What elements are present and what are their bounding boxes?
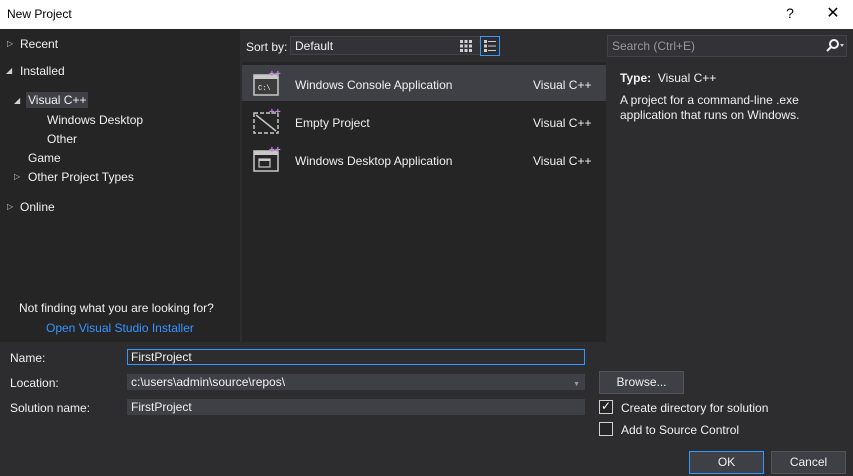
search-input[interactable]: Search (Ctrl+E) — [612, 39, 695, 53]
location-field[interactable]: c:\users\admin\source\repos\ ▼ — [127, 374, 585, 390]
chevron-down-icon[interactable]: ▼ — [573, 378, 580, 391]
not-finding-text: Not finding what you are looking for? — [19, 301, 214, 315]
sort-value: Default — [295, 39, 334, 53]
tree-item-installed[interactable]: Installed — [20, 64, 65, 78]
svg-text:++: ++ — [269, 69, 281, 80]
template-language: Visual C++ — [533, 78, 592, 92]
large-icons-view-button[interactable] — [456, 36, 476, 56]
template-row-console[interactable]: C:\ ++ Windows Console Application Visua… — [242, 65, 606, 101]
source-control-label: Add to Source Control — [621, 423, 740, 437]
svg-text:++: ++ — [269, 107, 281, 118]
solution-name-value: FirstProject — [131, 400, 192, 414]
open-installer-link[interactable]: Open Visual Studio Installer — [46, 321, 194, 335]
template-language: Visual C++ — [533, 154, 592, 168]
tree-item-recent[interactable]: Recent — [20, 37, 58, 51]
name-value: FirstProject — [131, 350, 192, 364]
search-box[interactable]: Search (Ctrl+E) — [607, 35, 847, 57]
template-language: Visual C++ — [533, 116, 592, 130]
svg-text:++: ++ — [269, 145, 281, 156]
checkmark-icon: ✓ — [601, 399, 612, 413]
template-info-pane: Type: Visual C++ A project for a command… — [607, 62, 853, 342]
empty-project-icon: ++ — [253, 107, 281, 134]
expand-arrow-icon[interactable]: ▷ — [7, 202, 13, 211]
create-directory-label: Create directory for solution — [621, 401, 769, 415]
solution-name-field[interactable]: FirstProject — [127, 399, 585, 415]
help-button[interactable]: ? — [783, 5, 797, 21]
desktop-app-icon: ++ — [253, 145, 281, 172]
info-type-value: Visual C++ — [657, 71, 717, 85]
template-row-empty[interactable]: ++ Empty Project Visual C++ — [242, 103, 606, 139]
create-directory-checkbox[interactable]: ✓ — [599, 399, 613, 414]
location-value: c:\users\admin\source\repos\ — [131, 375, 286, 389]
tree-item-other[interactable]: Other — [47, 132, 77, 146]
name-label: Name: — [10, 351, 46, 365]
ok-button[interactable]: OK — [689, 451, 764, 474]
template-name: Empty Project — [295, 116, 370, 130]
expand-arrow-icon[interactable]: ▷ — [14, 172, 20, 181]
svg-text:C:\: C:\ — [258, 85, 271, 93]
info-type: Type: Visual C++ — [620, 71, 716, 85]
tree-item-visual-cpp[interactable]: Visual C++ — [26, 92, 89, 108]
solution-name-label: Solution name: — [10, 401, 91, 415]
tree-item-online[interactable]: Online — [20, 200, 55, 214]
template-name: Windows Desktop Application — [295, 154, 453, 168]
list-view-icon — [484, 40, 496, 52]
collapse-arrow-icon[interactable]: ◢ — [6, 66, 12, 75]
template-list: C:\ ++ Windows Console Application Visua… — [242, 62, 606, 342]
template-row-desktop[interactable]: ++ Windows Desktop Application Visual C+… — [242, 141, 606, 177]
console-app-icon: C:\ ++ — [253, 69, 281, 96]
grid-view-icon — [460, 40, 472, 52]
list-view-button[interactable] — [480, 36, 500, 56]
expand-arrow-icon[interactable]: ▷ — [7, 39, 13, 48]
source-control-checkbox[interactable] — [599, 422, 613, 436]
cancel-button[interactable]: Cancel — [771, 451, 846, 474]
collapse-arrow-icon[interactable]: ◢ — [14, 96, 20, 105]
tree-item-game[interactable]: Game — [28, 151, 61, 165]
sort-label: Sort by: — [246, 40, 288, 54]
template-name: Windows Console Application — [295, 78, 453, 92]
location-label: Location: — [10, 376, 59, 390]
sort-bar: Sort by: Default ▼ — [240, 29, 606, 62]
close-button[interactable]: ✕ — [822, 3, 844, 23]
template-tree: ▷ Recent ◢ Installed ◢ Visual C++ Window… — [0, 29, 240, 342]
title-bar: New Project ? ✕ — [0, 0, 853, 29]
browse-button[interactable]: Browse... — [599, 371, 684, 394]
window-title: New Project — [7, 7, 72, 21]
name-field[interactable]: FirstProject — [127, 349, 585, 365]
tree-item-other-project-types[interactable]: Other Project Types — [28, 170, 134, 184]
info-type-label: Type: — [620, 71, 652, 85]
info-description: A project for a command-line .exe applic… — [620, 93, 800, 122]
tree-item-windows-desktop[interactable]: Windows Desktop — [47, 113, 143, 127]
search-icon[interactable] — [826, 39, 846, 53]
